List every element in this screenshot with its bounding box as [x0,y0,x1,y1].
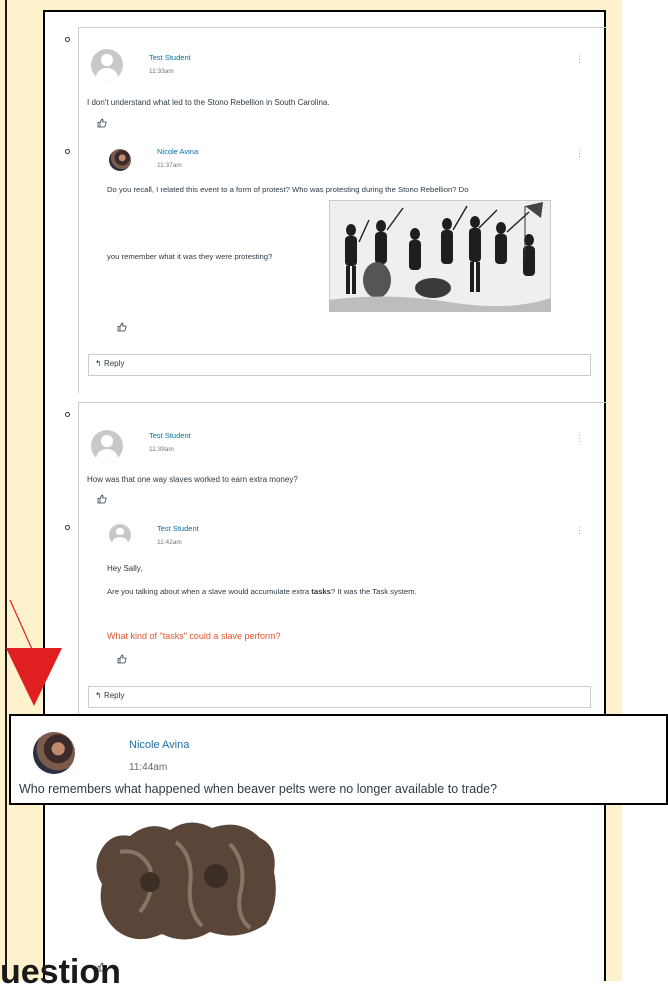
zoomed-reply-callout: Nicole Avina 11:44am Who remembers what … [9,714,668,805]
annotation-arrow [6,600,62,706]
kebab-menu-icon[interactable]: ⋮ [575,149,584,158]
post-time: 11:42am [157,539,182,546]
post-time: 11:37am [157,162,182,169]
author-name[interactable]: Test Student [157,524,199,533]
avatar[interactable] [91,430,123,462]
reply-label: Reply [103,691,125,700]
reply-body-bold: tasks [311,587,331,596]
reply-body: Are you talking about when a slave would… [107,587,417,596]
discussion-panel: Test Student 11:33am ⋮ I don't understan… [43,10,607,981]
avatar[interactable] [109,524,131,546]
highlighted-question: What kind of "tasks" could a slave perfo… [107,631,281,641]
post-time: 11:33am [149,68,174,75]
list-bullet-icon [65,37,70,42]
slide-heading-fragment: uestion [0,953,121,991]
list-bullet-icon [65,525,70,530]
reply-label: Reply [103,359,125,368]
stono-rebellion-engraving [329,200,551,312]
post-time: 11:39am [149,446,174,453]
thumbs-up-icon[interactable] [97,494,107,504]
author-name[interactable]: Test Student [149,53,191,62]
thumbs-up-icon[interactable] [117,654,127,664]
reply-body-suffix: ? It was the Task system. [330,587,417,596]
kebab-menu-icon[interactable]: ⋮ [575,55,584,64]
reply-arrow-icon: ↰ [95,691,104,700]
reply-button[interactable]: ↰ Reply [88,354,591,376]
avatar[interactable] [109,149,131,171]
thumbs-up-icon[interactable] [117,322,127,332]
author-name[interactable]: Test Student [149,431,191,440]
author-name[interactable]: Nicole Avina [157,147,198,156]
reply-button[interactable]: ↰ Reply [88,686,591,708]
author-name[interactable]: Nicole Avina [129,739,189,751]
reply-body-line-1: Do you recall, I related this event to a… [107,185,469,194]
kebab-menu-icon[interactable]: ⋮ [575,526,584,535]
avatar[interactable] [33,732,75,774]
list-bullet-icon [65,149,70,154]
reply-greeting: Hey Sally, [107,564,143,573]
kebab-menu-icon[interactable]: ⋮ [575,434,584,443]
reply-body-line-2: you remember what it was they were prote… [107,252,273,261]
avatar[interactable] [91,49,123,81]
reply-arrow-icon: ↰ [95,359,104,368]
post-body: Who remembers what happened when beaver … [19,782,498,796]
post-time: 11:44am [129,762,168,773]
reply-body-prefix: Are you talking about when a slave would… [107,587,312,596]
thumbs-up-icon[interactable] [97,118,107,128]
left-margin-rule [5,0,7,981]
post-body: I don't understand what led to the Stono… [87,98,330,107]
beaver-pelts-photo [90,812,284,952]
post-body: How was that one way slaves worked to ea… [87,475,298,484]
list-bullet-icon [65,412,70,417]
